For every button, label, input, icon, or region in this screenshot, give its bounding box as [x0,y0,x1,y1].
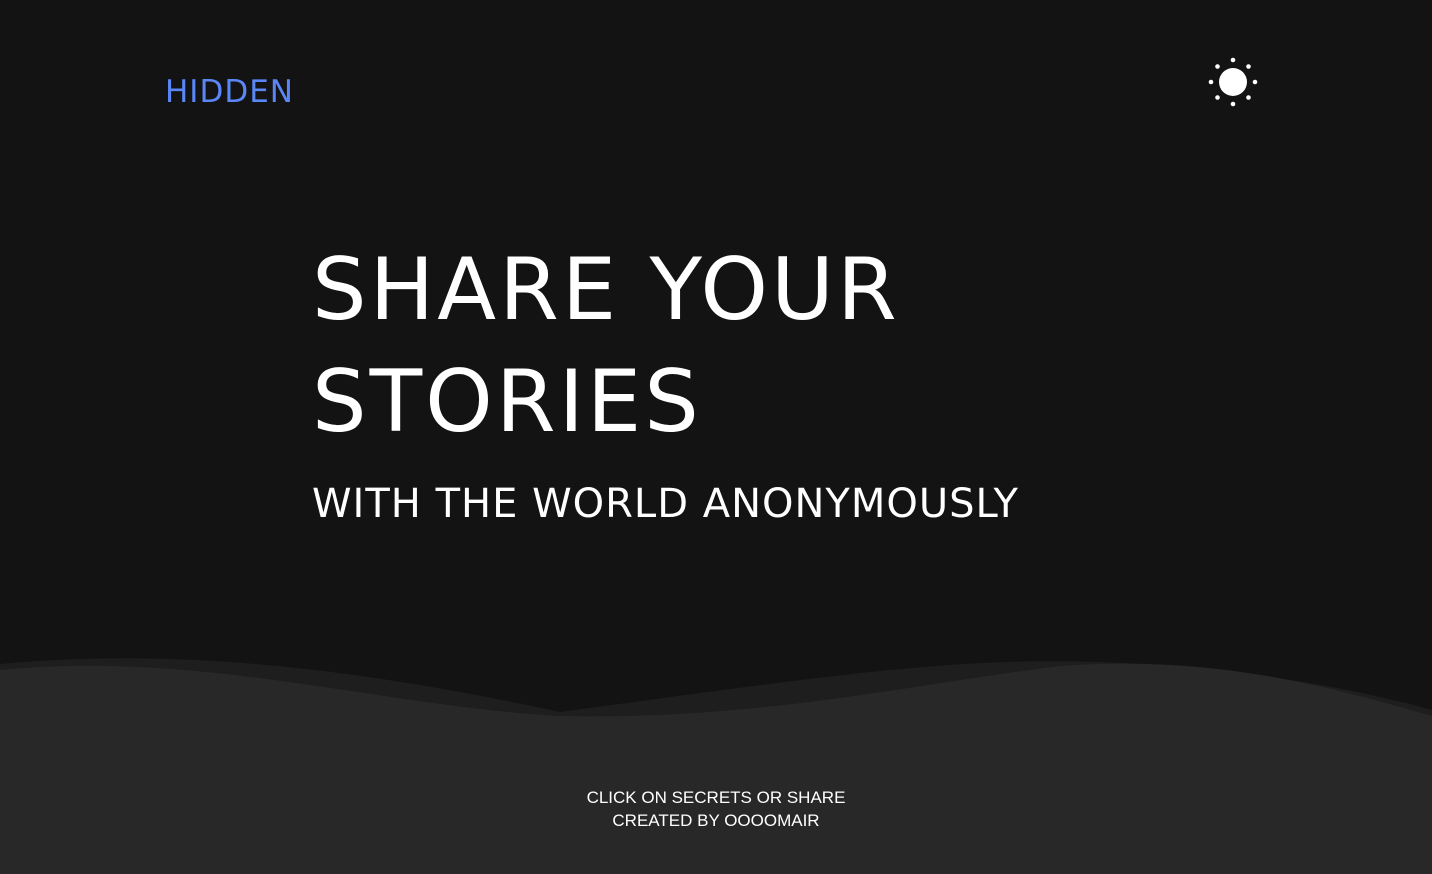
theme-toggle-button[interactable] [1207,56,1259,108]
sun-icon [1208,57,1258,107]
footer-credit: CREATED BY OOOOMAIR [0,809,1432,832]
hero-subtitle: WITH THE WORLD ANONYMOUSLY [312,481,1019,527]
hero-section: SHARE YOUR STORIES WITH THE WORLD ANONYM… [312,238,1019,528]
hero-title-line1: SHARE YOUR [312,240,900,340]
wave-decoration [0,658,1432,874]
footer-credit-text: CREATED BY OOOOMAIR [612,811,820,830]
footer-instruction-text: CLICK ON SECRETS OR SHARE [586,788,846,807]
footer: CLICK ON SECRETS OR SHARE CREATED BY OOO… [0,786,1432,832]
hero-title-line2: STORIES [312,352,702,452]
footer-instruction: CLICK ON SECRETS OR SHARE [0,786,1432,809]
landing-page: HIDDEN SHARE YOUR STORIES WITH THE WORLD… [0,0,1432,874]
logo-link[interactable]: HIDDEN [165,72,294,112]
